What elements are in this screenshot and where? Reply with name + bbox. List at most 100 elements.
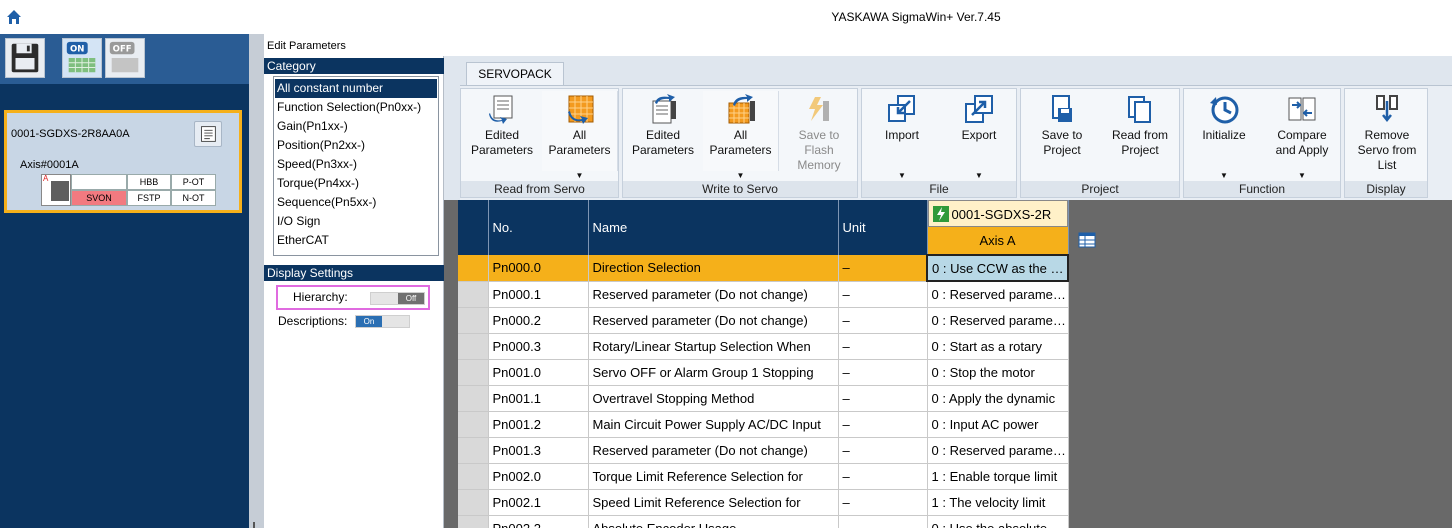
param-name: Reserved parameter (Do not change) (588, 437, 839, 464)
column-header-no[interactable]: No. (488, 200, 589, 255)
table-row[interactable]: Pn001.0 Servo OFF or Alarm Group 1 Stopp… (458, 359, 1069, 386)
servo-off-button[interactable]: OFF (105, 38, 145, 78)
tab-servopack[interactable]: SERVOPACK (466, 62, 564, 86)
category-item-sequence[interactable]: Sequence(Pn5xx-) (275, 193, 437, 212)
category-item-gain[interactable]: Gain(Pn1xx-) (275, 117, 437, 136)
row-header[interactable] (458, 463, 489, 490)
row-header[interactable] (458, 437, 489, 464)
import-icon (888, 95, 915, 122)
compare-and-apply-button[interactable]: Compare and Apply ▼ (1264, 91, 1340, 180)
category-item-io-sign[interactable]: I/O Sign (275, 212, 437, 231)
column-header-name[interactable]: Name (588, 200, 839, 255)
hierarchy-toggle-state: Off (398, 293, 424, 304)
off-label: OFF (113, 44, 132, 54)
read-project-icon (1128, 96, 1151, 123)
row-header[interactable] (458, 515, 489, 528)
row-header[interactable] (458, 489, 489, 516)
servo-on-button[interactable]: ON (62, 38, 102, 78)
table-row[interactable]: Pn002.1 Speed Limit Reference Selection … (458, 489, 1069, 516)
param-value[interactable]: 0 : Start as a rotary (927, 333, 1069, 360)
table-row[interactable]: Pn000.1 Reserved parameter (Do not chang… (458, 281, 1069, 308)
table-row[interactable]: Pn000.2 Reserved parameter (Do not chang… (458, 307, 1069, 334)
param-value[interactable]: 1 : The velocity limit (927, 489, 1069, 516)
table-row[interactable]: Pn001.2 Main Circuit Power Supply AC/DC … (458, 411, 1069, 438)
param-no: Pn000.0 (488, 255, 589, 282)
export-icon (965, 95, 993, 123)
category-item-ethercat[interactable]: EtherCAT (275, 231, 437, 250)
read-all-parameters-button[interactable]: All Parameters ▼ (542, 91, 618, 180)
param-value[interactable]: 1 : Enable torque limit (927, 463, 1069, 490)
write-all-parameters-icon (728, 94, 755, 124)
param-no: Pn001.3 (488, 437, 589, 464)
param-value[interactable]: 0 : Use the absolute (927, 515, 1069, 528)
param-unit: – (838, 385, 928, 412)
on-label: ON (70, 44, 84, 54)
status-fstp: FSTP (127, 190, 171, 206)
write-all-label-1: All (733, 128, 748, 142)
param-value[interactable]: 0 : Use CCW as the forward direction (926, 254, 1069, 282)
table-row[interactable]: Pn000.0 Direction Selection – 0 : Use CC… (458, 254, 1069, 282)
param-value[interactable]: 0 : Reserved parameter (927, 437, 1069, 464)
table-row[interactable]: Pn001.1 Overtravel Stopping Method – 0 :… (458, 385, 1069, 412)
param-value[interactable]: 0 : Reserved parameter (927, 281, 1069, 308)
servopack-image: A (41, 174, 71, 206)
param-unit: – (838, 489, 928, 516)
table-row[interactable]: Pn002.2 Absolute Encoder Usage – 0 : Use… (458, 515, 1069, 528)
param-no: Pn000.3 (488, 333, 589, 360)
save-to-flash-memory-button[interactable]: Save to Flash Memory (781, 91, 857, 172)
descriptions-toggle[interactable]: On (355, 315, 410, 328)
column-header-unit[interactable]: Unit (838, 200, 928, 255)
group-label-read: Read from Servo (461, 181, 618, 197)
flash-memory-icon (809, 97, 829, 121)
row-header[interactable] (458, 359, 489, 386)
parameter-grid-area: No. Name Unit 0001-SGDXS-2R Axis A Pn000… (444, 200, 1452, 528)
row-header[interactable] (458, 411, 489, 438)
param-name: Servo OFF or Alarm Group 1 Stopping (588, 359, 839, 386)
read-edited-parameters-button[interactable]: Edited Parameters (463, 91, 541, 171)
row-header[interactable] (458, 333, 489, 360)
group-label-write: Write to Servo (623, 181, 857, 197)
hierarchy-toggle[interactable]: Off (370, 292, 425, 305)
write-edited-parameters-button[interactable]: Edited Parameters (625, 91, 701, 171)
category-pane: Category All constant number Function Se… (264, 56, 444, 528)
param-value[interactable]: 0 : Stop the motor (927, 359, 1069, 386)
export-button[interactable]: Export ▼ (942, 91, 1016, 180)
axis-card[interactable]: 0001-SGDXS-2R8AA0A Axis#0001A A HBB P-OT… (4, 110, 242, 213)
display-settings-header: Display Settings (264, 265, 444, 281)
save-button[interactable] (5, 38, 45, 78)
table-row[interactable]: Pn001.3 Reserved parameter (Do not chang… (458, 437, 1069, 464)
row-header[interactable] (458, 255, 489, 282)
category-item-position[interactable]: Position(Pn2xx-) (275, 136, 437, 155)
row-header[interactable] (458, 385, 489, 412)
row-header[interactable] (458, 281, 489, 308)
table-row[interactable]: Pn000.3 Rotary/Linear Startup Selection … (458, 333, 1069, 360)
edit-parameters-title: Edit Parameters (264, 38, 1452, 56)
window-title: YASKAWA SigmaWin+ Ver.7.45 (831, 10, 1001, 24)
read-from-project-button[interactable]: Read from Project (1101, 91, 1179, 171)
write-edited-label-1: Edited (645, 128, 681, 142)
panel-splitter[interactable] (249, 34, 264, 528)
category-list[interactable]: All constant number Function Selection(P… (273, 76, 439, 256)
axis-details-button[interactable] (194, 121, 222, 147)
category-item-speed[interactable]: Speed(Pn3xx-) (275, 155, 437, 174)
param-value[interactable]: 0 : Input AC power (927, 411, 1069, 438)
category-item-all[interactable]: All constant number (275, 79, 437, 98)
flash-label-2: Flash (804, 143, 834, 157)
column-header-axis[interactable]: 0001-SGDXS-2R Axis A (927, 200, 1069, 255)
param-value[interactable]: 0 : Apply the dynamic (927, 385, 1069, 412)
category-item-torque[interactable]: Torque(Pn4xx-) (275, 174, 437, 193)
initialize-button[interactable]: Initialize ▼ (1186, 91, 1262, 180)
remove-label-1: Remove (1364, 128, 1410, 142)
category-item-function-selection[interactable]: Function Selection(Pn0xx-) (275, 98, 437, 117)
param-value[interactable]: 0 : Reserved parameter (927, 307, 1069, 334)
column-list-icon[interactable] (1078, 232, 1096, 248)
table-row[interactable]: Pn002.0 Torque Limit Reference Selection… (458, 463, 1069, 490)
collapse-arrow-icon[interactable] (253, 522, 259, 528)
remove-servo-from-list-button[interactable]: Remove Servo from List (1347, 91, 1427, 172)
write-all-parameters-button[interactable]: All Parameters ▼ (703, 91, 779, 180)
write-edited-label-2: Parameters (631, 143, 695, 157)
row-header[interactable] (458, 307, 489, 334)
save-to-project-button[interactable]: Save to Project (1023, 91, 1101, 171)
param-name: Rotary/Linear Startup Selection When (588, 333, 839, 360)
import-button[interactable]: Import ▼ (864, 91, 940, 180)
